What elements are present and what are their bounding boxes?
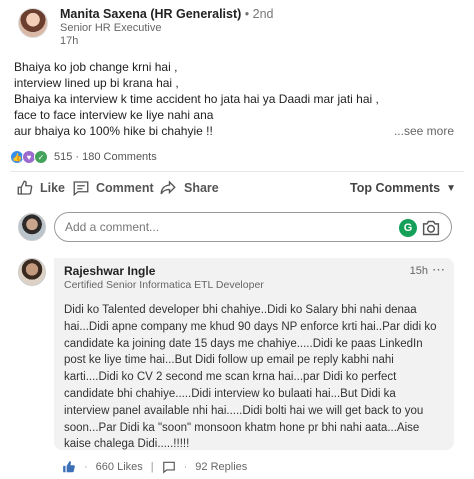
comment-actions: · 660 Likes | · 92 Replies bbox=[62, 460, 247, 474]
connection-degree: • 2nd bbox=[241, 7, 274, 21]
comment-button[interactable]: Comment bbox=[72, 179, 154, 197]
comment-time: 15h bbox=[409, 265, 428, 277]
comment-likes[interactable]: 660 Likes bbox=[96, 461, 143, 473]
commenter-name[interactable]: Rajeshwar Ingle bbox=[64, 264, 444, 279]
separator: · bbox=[84, 461, 88, 473]
comment-icon bbox=[73, 181, 89, 197]
post-line: interview lined up bi krana hai , bbox=[14, 76, 179, 90]
comment-item: Rajeshwar Ingle Certified Senior Informa… bbox=[18, 258, 454, 450]
author-title: Senior HR Executive bbox=[60, 22, 162, 34]
comment-line: candidate ka joining date 15 days me cha… bbox=[64, 337, 423, 350]
comment-line: candidate bhi chahiye.....Didi interview… bbox=[64, 387, 396, 400]
separator: | bbox=[150, 461, 154, 473]
post-line: Bhaiya ka interview k time accident ho j… bbox=[14, 92, 379, 106]
caret-down-icon: ▼ bbox=[446, 182, 456, 194]
thumbs-up-icon[interactable] bbox=[62, 460, 76, 474]
share-label: Share bbox=[184, 181, 219, 195]
camera-icon[interactable] bbox=[421, 219, 441, 237]
post-line: face to face interview ke liye nahi ana bbox=[14, 108, 214, 122]
separator: · bbox=[183, 461, 188, 473]
author-avatar[interactable] bbox=[18, 8, 48, 38]
comment-line: interview panel available nhi hai.....Di… bbox=[64, 404, 424, 417]
comment-line: Didi ko Talented developer bhi chahiye..… bbox=[64, 304, 417, 316]
divider bbox=[10, 171, 464, 172]
commenter-title: Certified Senior Informatica ETL Develop… bbox=[64, 279, 264, 291]
comment-line: post ke liye time hai...But Didi follow … bbox=[64, 354, 394, 367]
commenter-avatar[interactable] bbox=[18, 258, 46, 286]
comment-line: soon...Par Didi ka "soon" monsoon khatm … bbox=[64, 421, 420, 434]
share-icon bbox=[160, 180, 176, 195]
comment-label: Comment bbox=[96, 181, 154, 195]
like-button[interactable]: Like bbox=[16, 179, 65, 197]
comments-count[interactable]: 180 Comments bbox=[82, 151, 157, 163]
share-button[interactable]: Share bbox=[158, 179, 219, 197]
comment-input[interactable]: Add a comment... G bbox=[54, 212, 452, 242]
comment-replies[interactable]: 92 Replies bbox=[195, 461, 247, 473]
more-options-icon[interactable]: ⋯ bbox=[432, 262, 446, 278]
add-comment-row: Add a comment... G bbox=[18, 212, 452, 242]
comment-line: kaise chalega Didi.....!!!!! bbox=[64, 438, 190, 451]
grammarly-icon[interactable]: G bbox=[399, 219, 417, 237]
comment-line: hai...Didi apne company me khud 90 days … bbox=[64, 320, 437, 333]
sort-label: Top Comments bbox=[350, 181, 441, 195]
post-header: Manita Saxena (HR Generalist) • 2nd Seni… bbox=[18, 6, 274, 48]
author-line: Manita Saxena (HR Generalist) • 2nd bbox=[60, 6, 274, 22]
comment-placeholder: Add a comment... bbox=[65, 220, 160, 234]
social-counts: 👍 ♥ ✓ 515 · 180 Comments bbox=[10, 150, 157, 164]
comment-bubble: Rajeshwar Ingle Certified Senior Informa… bbox=[54, 258, 454, 450]
current-user-avatar bbox=[18, 213, 46, 241]
post-line: Bhaiya ko job change krni hai , bbox=[14, 60, 178, 74]
comment-line: karti....Didi ko CV 2 second me scan krn… bbox=[64, 371, 397, 384]
like-label: Like bbox=[40, 181, 66, 195]
counts-separator: · bbox=[72, 151, 83, 163]
reply-icon[interactable] bbox=[162, 460, 176, 474]
see-more-link[interactable]: ...see more bbox=[394, 124, 454, 138]
sort-comments-dropdown[interactable]: Top Comments ▼ bbox=[350, 181, 456, 195]
author-name[interactable]: Manita Saxena (HR Generalist) bbox=[60, 7, 241, 21]
post-actions: Like Comment Share Top Comments ▼ bbox=[10, 176, 464, 202]
support-reaction-icon: ✓ bbox=[34, 150, 48, 164]
reactions-count[interactable]: 515 bbox=[54, 151, 72, 163]
thumbs-up-icon bbox=[17, 180, 33, 195]
post-time: 17h bbox=[60, 35, 79, 47]
comment-text: Didi ko Talented developer bhi chahiye..… bbox=[64, 302, 444, 453]
